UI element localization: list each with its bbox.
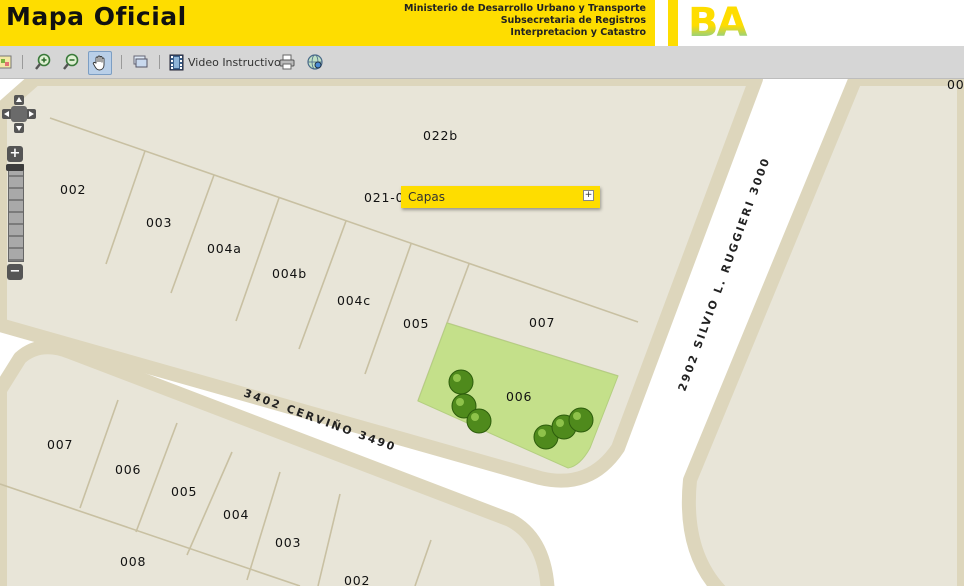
lot-label: 007 [47, 437, 73, 452]
zoom-in-button[interactable]: + [7, 146, 23, 162]
app-header: Mapa Oficial Ministerio de Desarrollo Ur… [0, 0, 964, 46]
map-view[interactable]: 022b 021-0 002 003 004a 004b 004c 005 00… [0, 79, 964, 586]
layers-label: Capas [408, 190, 445, 204]
lot-label-highlighted: 006 [506, 389, 532, 404]
lot-label: 004b [272, 266, 307, 281]
zoom-slider[interactable] [6, 164, 24, 262]
printer-icon [279, 54, 295, 70]
pan-tool[interactable] [88, 51, 112, 75]
lot-label: 004a [207, 241, 242, 256]
block-label-021: 021-0 [364, 190, 404, 205]
map-canvas[interactable]: 022b 021-0 002 003 004a 004b 004c 005 00… [0, 79, 964, 586]
globe-icon [307, 54, 323, 70]
ministry-line-1: Ministerio de Desarrollo Urbano y Transp… [404, 3, 646, 14]
zoom-slider-handle[interactable] [6, 164, 24, 171]
layers-icon [133, 55, 148, 68]
lot-label: 007 [529, 315, 555, 330]
hand-icon [92, 55, 105, 71]
toolbar-separator [22, 55, 23, 69]
toolbar-separator [121, 55, 122, 69]
lot-label: 004 [223, 507, 249, 522]
lot-label: 004c [337, 293, 371, 308]
header-stripe [668, 0, 678, 46]
lot-label: 003 [275, 535, 301, 550]
zoom-control: + − [6, 146, 26, 282]
export-tool[interactable] [304, 51, 326, 73]
block-label-022b: 022b [423, 128, 458, 143]
app-title: Mapa Oficial [6, 2, 187, 31]
legend-tool[interactable] [0, 51, 16, 73]
video-label: Video Instructivo [188, 55, 281, 69]
lot-label: 006 [115, 462, 141, 477]
zoom-out-button[interactable]: − [7, 264, 23, 280]
video-tool[interactable]: Video Instructivo [169, 51, 281, 73]
expand-icon[interactable]: + [583, 190, 594, 201]
lot-label: 002 [344, 573, 370, 586]
lot-label: 003 [146, 215, 172, 230]
zoom-in-icon [35, 53, 51, 70]
print-tool[interactable] [276, 51, 298, 73]
pan-arrows-icon [2, 95, 36, 133]
pan-control[interactable] [2, 95, 36, 135]
map-legend-icon [0, 55, 12, 69]
toolbar-separator [159, 55, 160, 69]
ministry-line-3: Interpretacion y Catastro [510, 27, 646, 38]
layers-tool[interactable] [129, 51, 151, 73]
ba-logo-text: BA [688, 1, 747, 41]
zoom-out-icon [63, 53, 79, 70]
lot-label: 008 [120, 554, 146, 569]
ministry-line-2: Subsecretaria de Registros [500, 15, 646, 26]
lot-label: 002 [60, 182, 86, 197]
ba-logo: BA [688, 1, 749, 41]
film-icon [169, 54, 184, 70]
lot-label: 005 [403, 316, 429, 331]
corner-label: 00 [947, 79, 964, 92]
layers-panel[interactable]: Capas + [401, 186, 600, 208]
lot-label: 005 [171, 484, 197, 499]
zoom-out-tool[interactable] [60, 51, 82, 73]
zoom-in-tool[interactable] [32, 51, 54, 73]
toolbar: Video Instructivo [0, 46, 964, 79]
